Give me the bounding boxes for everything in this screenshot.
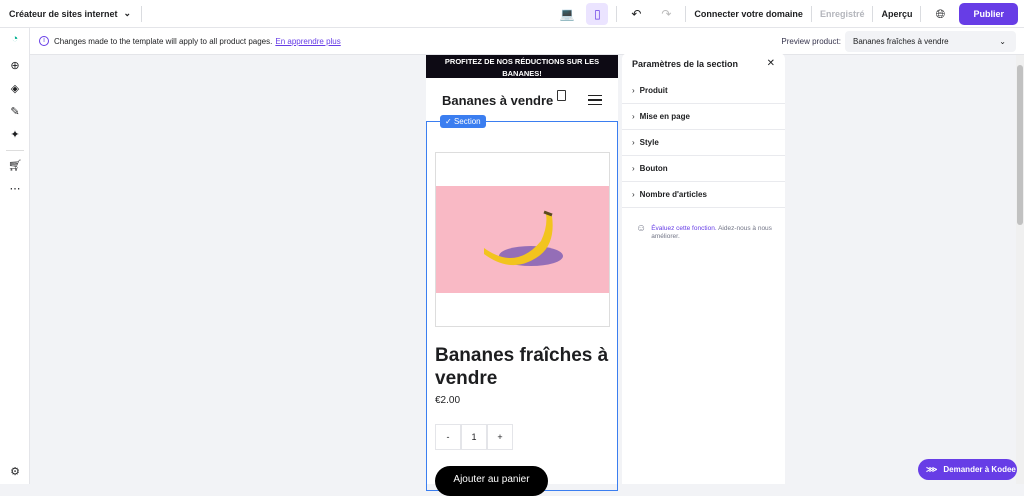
styles-icon[interactable]: ✎ [8, 105, 22, 119]
info-icon: i [39, 36, 49, 46]
brand-menu[interactable]: Créateur de sites internet ⌄ [9, 8, 131, 19]
accordion-label: Style [639, 138, 659, 147]
banana-image [484, 210, 563, 266]
accordion-label: Nombre d'articles [639, 190, 707, 199]
chevron-right-icon: › [632, 138, 635, 147]
qty-plus-button[interactable]: + [487, 424, 513, 450]
store-title[interactable]: Bananes à vendre [442, 93, 553, 108]
product-image [435, 152, 610, 327]
kodee-icon: ⋙ [926, 465, 938, 474]
accordion-produit[interactable]: › Produit [622, 78, 785, 104]
feedback: ☺ Évaluez cette fonction. Aidez-nous à n… [636, 223, 776, 241]
progress-icon[interactable]: ◔ [8, 32, 22, 46]
mobile-preview: PROFITEZ DE NOS RÉDUCTIONS SUR LES BANAN… [426, 55, 618, 496]
divider [920, 6, 922, 22]
divider [872, 6, 874, 22]
promo-banner: PROFITEZ DE NOS RÉDUCTIONS SUR LES BANAN… [426, 55, 618, 78]
publish-button[interactable]: Publier [959, 3, 1018, 25]
info-bar: i Changes made to the template will appl… [30, 28, 1024, 55]
globe-icon[interactable]: 🌐︎ [929, 3, 951, 25]
redo-icon[interactable]: ↷ [655, 3, 677, 25]
divider [616, 6, 618, 22]
divider [685, 6, 687, 22]
scrollbar-thumb[interactable] [1017, 65, 1023, 225]
accordion-nombre-articles[interactable]: › Nombre d'articles [622, 182, 785, 208]
smiley-icon: ☺ [636, 223, 647, 234]
undo-icon[interactable]: ↶ [625, 3, 647, 25]
chevron-right-icon: › [632, 164, 635, 173]
more-icon[interactable]: ⋯ [8, 182, 22, 196]
chevron-down-icon: ⌄ [123, 8, 132, 18]
kodee-label: Demander à Kodee [943, 465, 1016, 474]
qty-input[interactable]: 1 [461, 424, 487, 450]
chevron-right-icon: › [632, 86, 635, 95]
add-to-cart-button[interactable]: Ajouter au panier [435, 466, 548, 496]
close-icon[interactable]: ✕ [767, 58, 775, 69]
preview-product-label: Preview product: [781, 36, 841, 46]
accordion-label: Bouton [639, 164, 668, 173]
brand-label: Créateur de sites internet [9, 8, 118, 19]
accordion-mise-en-page[interactable]: › Mise en page [622, 104, 785, 130]
accordion-label: Produit [639, 86, 668, 95]
layers-icon[interactable]: ◈ [8, 82, 22, 96]
left-sidebar: ◔ ⊕ ◈ ✎ ✦ 🛒︎ ⋯ ⚙ [0, 28, 30, 484]
qty-minus-button[interactable]: - [435, 424, 461, 450]
scrollbar[interactable] [1016, 55, 1024, 484]
product-section[interactable]: ✓ Section Bananes fraîches à vendre €2.0… [426, 115, 618, 496]
preview-product-value: Bananes fraîches à vendre [853, 37, 949, 46]
desktop-view-icon[interactable]: 💻 [556, 3, 578, 25]
quantity-stepper: - 1 + [435, 424, 513, 450]
divider [810, 6, 812, 22]
menu-icon[interactable] [588, 92, 602, 109]
divider [141, 5, 143, 22]
accordion-bouton[interactable]: › Bouton [622, 156, 785, 182]
info-message: Changes made to the template will apply … [54, 36, 273, 46]
section-badge-label: Section [453, 117, 481, 126]
mobile-view-icon[interactable]: ▯ [586, 3, 609, 25]
ai-sparkle-icon[interactable]: ✦ [8, 128, 22, 142]
chevron-right-icon: › [632, 190, 635, 199]
connect-domain-button[interactable]: Connecter votre domaine [694, 9, 803, 19]
top-bar: Créateur de sites internet ⌄ 💻 ▯ ↶ ↷ Conn… [0, 0, 1024, 28]
divider [6, 150, 24, 151]
add-icon[interactable]: ⊕ [8, 59, 22, 73]
panel-title: Paramètres de la section [632, 59, 739, 69]
product-price: €2.00 [435, 395, 461, 406]
help-icon[interactable]: ⚙ [8, 465, 22, 479]
feedback-link[interactable]: Évaluez cette fonction. [651, 225, 716, 232]
ask-kodee-button[interactable]: ⋙ Demander à Kodee [918, 459, 1017, 480]
shopping-bag-icon[interactable] [557, 89, 567, 101]
chevron-down-icon: ⌄ [999, 37, 1006, 46]
accordion-label: Mise en page [639, 112, 690, 121]
chevron-right-icon: › [632, 112, 635, 121]
cart-icon[interactable]: 🛒︎ [8, 159, 22, 173]
accordion-style[interactable]: › Style [622, 130, 785, 156]
learn-more-link[interactable]: En apprendre plus [275, 37, 340, 46]
preview-product-select[interactable]: Bananes fraîches à vendre ⌄ [845, 31, 1016, 52]
preview-button[interactable]: Aperçu [881, 9, 912, 19]
saved-status: Enregistré [819, 9, 865, 19]
section-badge[interactable]: ✓ Section [440, 115, 486, 128]
product-name: Bananes fraîches à vendre [435, 345, 609, 389]
section-settings-panel: Paramètres de la section ✕ › Produit › Mis… [622, 53, 785, 484]
